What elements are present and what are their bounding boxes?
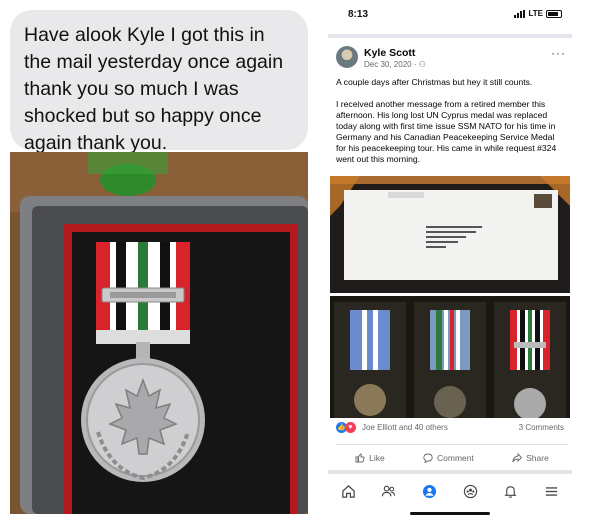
facebook-post-screenshot: 8:13 LTE Kyle Scott Dec 30, 2020 · ⚇ ···… xyxy=(328,0,572,522)
author-name[interactable]: Kyle Scott xyxy=(364,47,415,59)
post-actions: Like Comment Share xyxy=(336,444,568,464)
comment-button[interactable]: Comment xyxy=(423,453,474,463)
message-bubble: Have alook Kyle I got this in the mail y… xyxy=(10,10,308,154)
author-avatar[interactable] xyxy=(336,46,358,68)
reaction-icons: 👍 ♥ xyxy=(336,422,356,433)
section-divider xyxy=(328,470,572,474)
love-reaction-icon: ♥ xyxy=(345,422,356,433)
groups-icon[interactable] xyxy=(459,480,481,502)
reactions-text[interactable]: Joe Elliott and 40 others xyxy=(362,423,448,432)
message-screenshot: Have alook Kyle I got this in the mail y… xyxy=(0,0,318,522)
share-label: Share xyxy=(526,452,549,463)
post-paragraph: I received another message from a retire… xyxy=(336,99,557,164)
status-bar: 8:13 LTE xyxy=(328,0,572,30)
like-button[interactable]: Like xyxy=(355,453,385,463)
medal-photo xyxy=(10,152,308,514)
post-paragraph: A couple days after Christmas but hey it… xyxy=(336,77,533,87)
comments-count[interactable]: 3 Comments xyxy=(519,423,564,432)
menu-icon[interactable] xyxy=(541,480,563,502)
message-text: Have alook Kyle I got this in the mail y… xyxy=(24,24,284,154)
post-header: Kyle Scott Dec 30, 2020 · ⚇ ··· xyxy=(336,44,568,72)
more-options-icon[interactable]: ··· xyxy=(551,46,566,60)
reactions-bar[interactable]: 👍 ♥ Joe Elliott and 40 others 3 Comments xyxy=(336,422,568,436)
bottom-nav xyxy=(328,476,572,506)
post-text: A couple days after Christmas but hey it… xyxy=(336,77,566,165)
share-icon xyxy=(512,452,523,462)
profile-icon[interactable] xyxy=(419,480,441,502)
network-label: LTE xyxy=(528,9,543,18)
signal-icon xyxy=(514,9,526,18)
share-button[interactable]: Share xyxy=(512,452,549,463)
home-icon[interactable] xyxy=(337,480,359,502)
status-time: 8:13 xyxy=(348,9,369,20)
battery-icon xyxy=(546,9,562,18)
home-indicator[interactable] xyxy=(410,512,490,515)
like-label: Like xyxy=(369,452,385,463)
notifications-icon[interactable] xyxy=(500,480,522,502)
section-divider xyxy=(328,34,572,38)
comment-icon xyxy=(423,453,433,463)
envelope-photo[interactable] xyxy=(330,176,570,293)
medals-photo[interactable] xyxy=(330,296,570,418)
post-date[interactable]: Dec 30, 2020 · ⚇ xyxy=(364,60,426,69)
comment-label: Comment xyxy=(437,452,474,463)
status-indicators: LTE xyxy=(514,9,562,18)
friends-icon[interactable] xyxy=(378,480,400,502)
thumbs-up-icon xyxy=(355,453,365,462)
